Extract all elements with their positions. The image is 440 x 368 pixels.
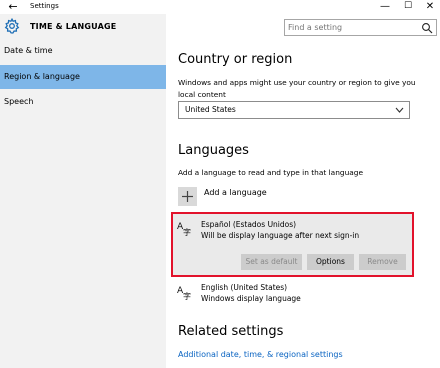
section-title: TIME & LANGUAGE bbox=[30, 22, 117, 31]
language-name: Español (Estados Unidos) bbox=[201, 220, 297, 229]
minimize-button[interactable]: — bbox=[375, 0, 395, 14]
languages-heading: Languages bbox=[178, 143, 249, 158]
gear-icon bbox=[4, 18, 20, 34]
country-heading: Country or region bbox=[178, 52, 293, 67]
sidebar-item-date-time[interactable]: Date & time bbox=[0, 39, 166, 63]
maximize-button[interactable]: ☐ bbox=[398, 0, 418, 14]
chevron-down-icon bbox=[395, 107, 404, 113]
language-status: Windows display language bbox=[201, 294, 301, 303]
close-button[interactable]: ✕ bbox=[420, 0, 440, 14]
title-bar: ← Settings — ☐ ✕ bbox=[0, 0, 440, 14]
add-language-button[interactable] bbox=[178, 187, 197, 206]
language-icon: A 字 bbox=[177, 222, 191, 236]
add-language-label[interactable]: Add a language bbox=[204, 188, 267, 197]
language-status: Will be display language after next sign… bbox=[201, 231, 360, 240]
language-name[interactable]: English (United States) bbox=[201, 283, 287, 292]
svg-text:字: 字 bbox=[183, 227, 191, 236]
plus-icon bbox=[182, 191, 193, 202]
section-header: TIME & LANGUAGE bbox=[0, 14, 166, 39]
remove-button[interactable]: Remove bbox=[359, 254, 406, 270]
country-dropdown-value: United States bbox=[185, 105, 236, 114]
search-input[interactable] bbox=[288, 20, 413, 35]
related-settings-heading: Related settings bbox=[178, 324, 284, 339]
sidebar: Date & time Region & language Speech bbox=[0, 39, 166, 368]
sidebar-item-speech[interactable]: Speech bbox=[0, 90, 166, 114]
country-description: Windows and apps might use your country … bbox=[178, 78, 416, 99]
language-icon: A 字 bbox=[177, 286, 191, 300]
languages-description: Add a language to read and type in that … bbox=[178, 168, 364, 177]
options-button[interactable]: Options bbox=[307, 254, 354, 270]
back-arrow-icon[interactable]: ← bbox=[6, 0, 20, 14]
additional-settings-link[interactable]: Additional date, time, & regional settin… bbox=[178, 350, 343, 359]
svg-text:字: 字 bbox=[183, 291, 191, 300]
search-box[interactable] bbox=[284, 19, 437, 36]
search-icon[interactable] bbox=[421, 22, 433, 34]
window-title: Settings bbox=[30, 2, 59, 10]
country-dropdown[interactable]: United States bbox=[178, 101, 410, 119]
sidebar-item-region-language[interactable]: Region & language bbox=[0, 65, 166, 89]
set-as-default-button[interactable]: Set as default bbox=[241, 254, 302, 270]
